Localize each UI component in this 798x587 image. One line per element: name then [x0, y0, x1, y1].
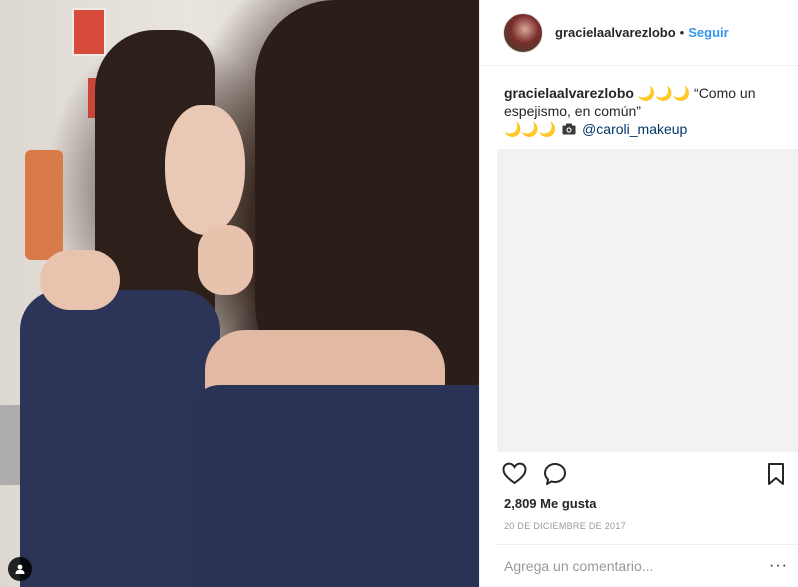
avatar[interactable] [503, 12, 543, 53]
header-separator: • [679, 25, 685, 40]
add-comment-bar: ··· [496, 544, 798, 587]
follow-button[interactable]: Seguir [688, 25, 728, 40]
more-options-button[interactable]: ··· [769, 557, 788, 575]
post-date: 20 DE DICIEMBRE DE 2017 [504, 521, 626, 531]
comment-icon[interactable] [543, 462, 567, 486]
header-username[interactable]: gracielaalvarezlobo [555, 25, 676, 40]
reflection-hand [198, 225, 253, 295]
camera-icon [562, 121, 576, 139]
caption-moons: 🌙🌙🌙 [504, 121, 557, 137]
heart-icon[interactable] [502, 462, 527, 485]
towel [25, 150, 63, 260]
caption-mention[interactable]: @caroli_makeup [582, 121, 687, 137]
user-tag-icon[interactable] [8, 557, 32, 581]
caption: gracielaalvarezlobo 🌙🌙🌙 “Como un espejis… [480, 66, 798, 148]
bookmark-icon[interactable] [766, 462, 786, 486]
likes-count[interactable]: 2,809 Me gusta [504, 496, 597, 511]
caption-username[interactable]: gracielaalvarezlobo [504, 85, 634, 101]
comment-input[interactable] [504, 558, 754, 574]
post-header: gracielaalvarezlobo • Seguir [480, 0, 798, 66]
action-bar [502, 460, 792, 490]
reflection-shoulder [40, 250, 120, 310]
foreground-dress [190, 385, 479, 587]
comments-area [497, 149, 798, 452]
post-photo[interactable] [0, 0, 479, 587]
wall-sign [72, 8, 106, 56]
reflection-face [165, 105, 245, 235]
